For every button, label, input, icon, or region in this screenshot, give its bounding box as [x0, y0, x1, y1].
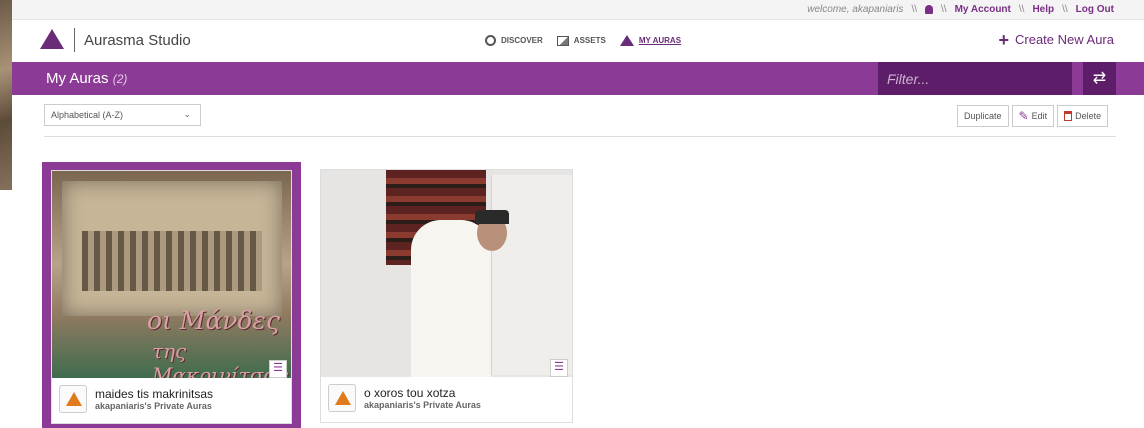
aura-meta: maides tis makrinitsas akapaniaris's Pri… — [59, 385, 213, 413]
aura-owner: akapaniaris's Private Auras — [364, 400, 481, 410]
nav-discover-label: DISCOVER — [501, 36, 543, 45]
aura-count: (2) — [112, 72, 128, 86]
logout-link[interactable]: Log Out — [1076, 4, 1114, 15]
plus-icon: + — [998, 29, 1009, 50]
aura-meta: o xoros tou xotza akapaniaris's Private … — [328, 384, 481, 412]
page-title-text: My Auras — [46, 70, 109, 87]
discover-icon — [485, 35, 496, 46]
brand-title[interactable]: Aurasma Studio — [84, 32, 191, 49]
top-utility-bar: welcome, akapaniaris \\ \\ My Account \\… — [12, 0, 1144, 20]
aura-thumbnail[interactable]: ☰ — [321, 170, 572, 377]
aura-name[interactable]: o xoros tou xotza — [364, 386, 481, 400]
curtain-image — [491, 175, 572, 375]
group-figures-image — [82, 231, 262, 291]
image-icon — [556, 35, 569, 46]
nav-assets[interactable]: ASSETS — [556, 35, 606, 46]
dancer-hat-image — [475, 210, 509, 224]
delete-button[interactable]: Delete — [1057, 105, 1109, 127]
action-buttons: Duplicate ✎ Edit Delete — [957, 105, 1109, 127]
welcome-text: welcome, akapaniaris — [807, 4, 904, 15]
aurasma-logo-icon[interactable] — [40, 29, 64, 49]
nav-my-auras-label: MY AURAS — [638, 36, 682, 45]
main-header: Aurasma Studio DISCOVER ASSETS MY AURAS … — [12, 20, 1144, 60]
logo-divider — [74, 28, 75, 52]
aura-card-body: ☰ o xoros tou xotza akapaniaris's Privat… — [320, 169, 573, 423]
list-icon[interactable]: ☰ — [550, 359, 568, 377]
chevron-down-icon: ⌄ — [183, 109, 191, 119]
duplicate-label: Duplicate — [964, 111, 1002, 121]
aura-card-selected[interactable]: οι Μάνδες της Μακρινίτσας ☰ maides tis m… — [42, 162, 301, 428]
help-link[interactable]: Help — [1032, 4, 1054, 15]
my-account-link[interactable]: My Account — [955, 4, 1011, 15]
aura-icon — [619, 35, 634, 46]
aura-card[interactable]: ☰ o xoros tou xotza akapaniaris's Privat… — [319, 162, 578, 428]
nav-assets-label: ASSETS — [573, 36, 606, 45]
nav-my-auras[interactable]: MY AURAS — [619, 35, 682, 46]
toolbar-divider — [44, 136, 1116, 137]
refresh-icon[interactable]: ⇄ — [1083, 62, 1116, 95]
trash-icon — [1064, 111, 1073, 121]
list-icon[interactable]: ☰ — [269, 360, 287, 378]
nav-discover[interactable]: DISCOVER — [485, 35, 543, 46]
edit-button[interactable]: ✎ Edit — [1011, 105, 1055, 127]
duplicate-button[interactable]: Duplicate — [957, 105, 1009, 127]
create-new-aura-label: Create New Aura — [1015, 32, 1114, 47]
page-title: My Auras (2) — [46, 70, 127, 87]
aura-name[interactable]: maides tis makrinitsas — [95, 387, 213, 401]
aura-logo-icon — [59, 385, 87, 413]
aura-logo-icon — [328, 384, 356, 412]
main-nav: DISCOVER ASSETS MY AURAS — [485, 35, 681, 46]
app-window: welcome, akapaniaris \\ \\ My Account \\… — [12, 0, 1144, 428]
aura-card-body: οι Μάνδες της Μακρινίτσας ☰ maides tis m… — [51, 170, 292, 424]
bell-icon[interactable] — [925, 5, 933, 14]
sort-select[interactable]: Alphabetical (A-Z) ⌄ — [44, 104, 201, 126]
aura-owner: akapaniaris's Private Auras — [95, 401, 212, 411]
separator: \\ — [941, 4, 947, 15]
separator: \\ — [1018, 4, 1025, 15]
thumbnail-title-line1: οι Μάνδες — [147, 306, 280, 335]
separator: \\ — [1062, 4, 1068, 15]
sort-value: Alphabetical (A-Z) — [51, 110, 124, 120]
aura-thumbnail[interactable]: οι Μάνδες της Μακρινίτσας ☰ — [52, 171, 291, 378]
separator: \\ — [911, 4, 917, 15]
delete-label: Delete — [1075, 111, 1102, 121]
edit-label: Edit — [1031, 111, 1048, 121]
pencil-icon: ✎ — [1018, 108, 1029, 123]
filter-input[interactable] — [878, 62, 1072, 95]
section-bar: My Auras (2) ⇄ — [12, 62, 1144, 95]
create-new-aura-button[interactable]: + Create New Aura — [998, 29, 1114, 50]
